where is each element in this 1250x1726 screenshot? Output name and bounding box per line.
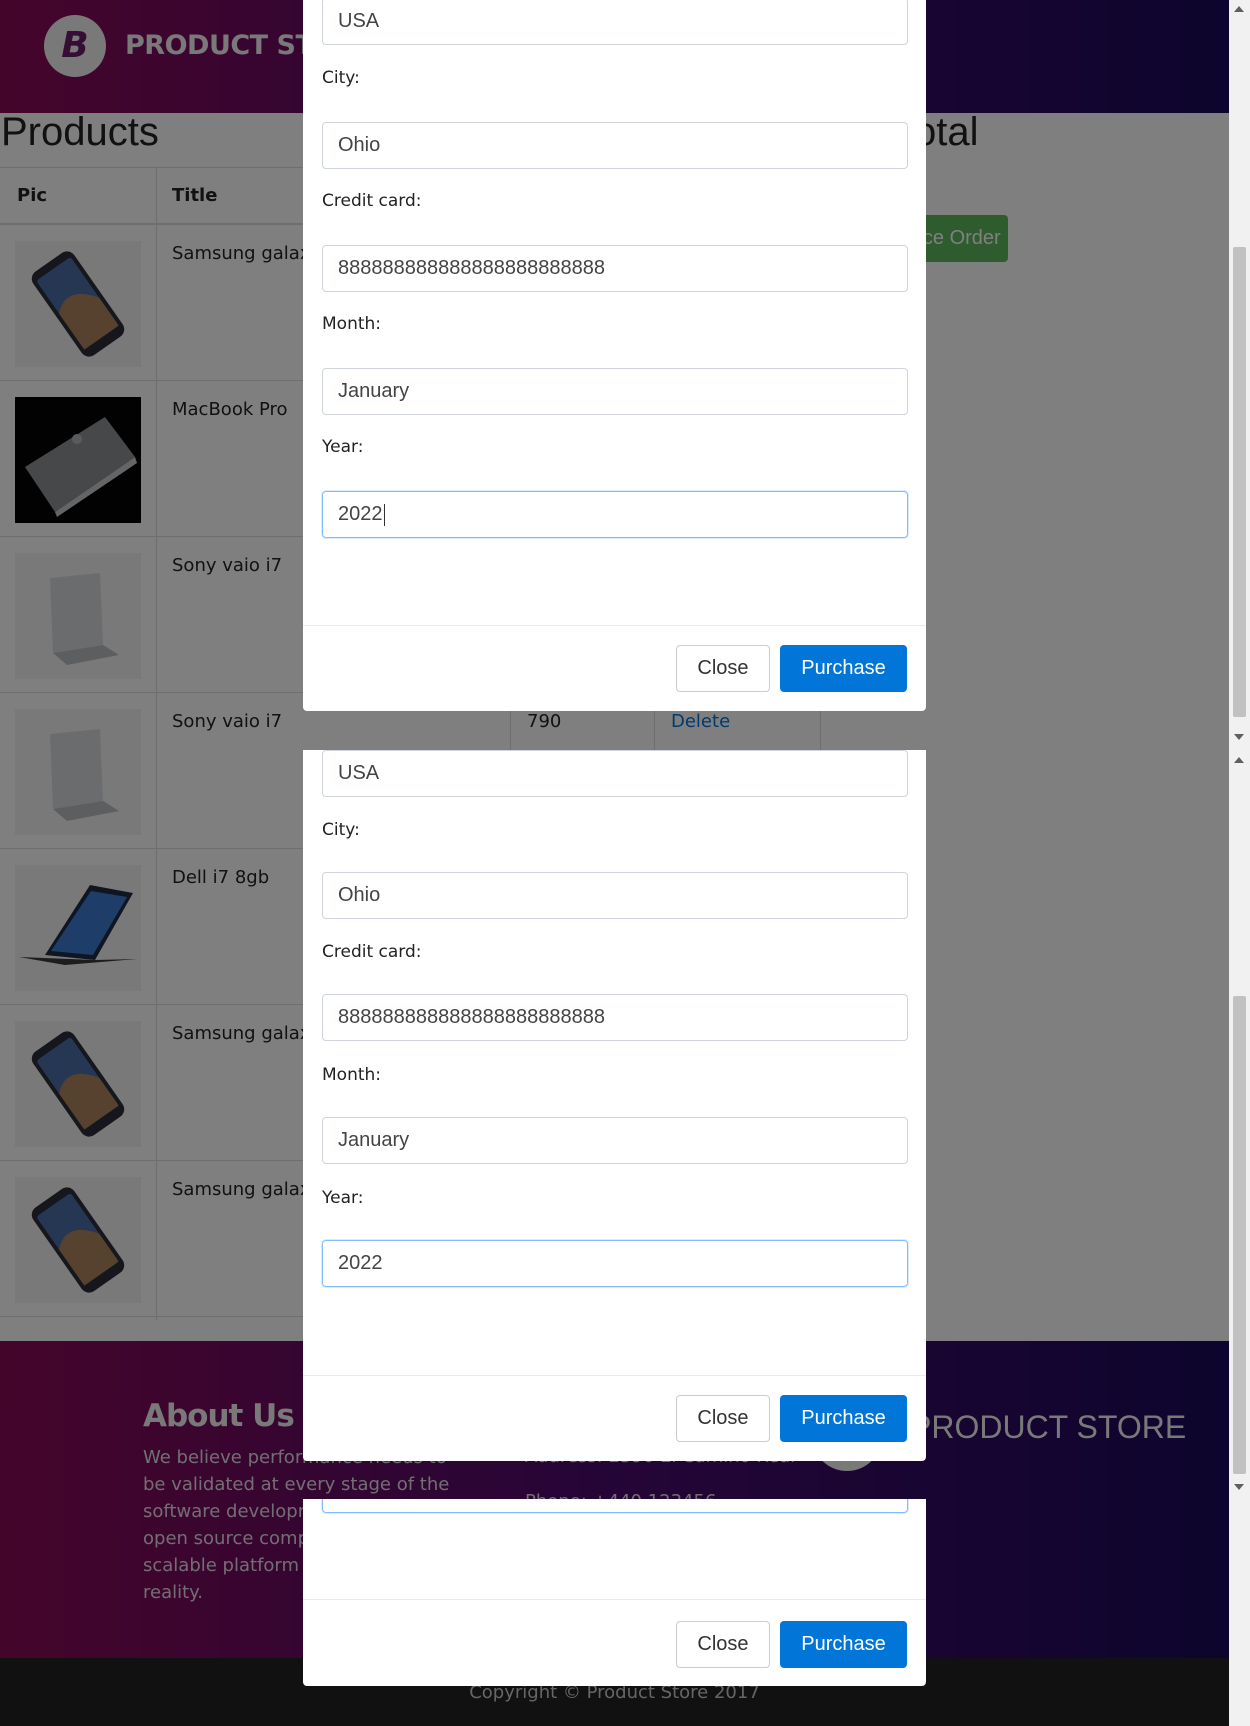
scroll-down-arrow-icon[interactable] (1234, 1484, 1244, 1490)
credit-card-input[interactable]: 888888888888888888888888 (322, 245, 908, 292)
month-label: Month: (322, 1065, 382, 1085)
credit-card-label: Credit card: (322, 191, 422, 211)
month-label: Month: (322, 314, 382, 334)
month-input[interactable]: January (322, 1117, 908, 1164)
city-input[interactable]: Ohio (322, 872, 908, 919)
modal-footer-divider (303, 1599, 926, 1600)
month-input[interactable]: January (322, 368, 908, 415)
purchase-button[interactable]: Purchase (780, 645, 907, 692)
year-input[interactable]: 2022 (322, 491, 908, 538)
purchase-button[interactable]: Purchase (780, 1621, 907, 1668)
vertical-scrollbar[interactable] (1229, 0, 1250, 1726)
text-cursor (383, 503, 385, 526)
year-input-value: 2022 (338, 503, 383, 525)
close-button[interactable]: Close (676, 645, 770, 692)
year-input[interactable]: 2022 (322, 1240, 908, 1287)
close-button[interactable]: Close (676, 1395, 770, 1442)
city-label: City: (322, 68, 360, 88)
place-order-modal: USA City: Ohio Credit card: 888888888888… (303, 0, 926, 711)
scrollbar-thumb[interactable] (1233, 247, 1246, 717)
credit-card-input[interactable]: 888888888888888888888888 (322, 994, 908, 1041)
credit-card-label: Credit card: (322, 942, 422, 962)
year-label: Year: (322, 437, 364, 457)
scrollbar-thumb[interactable] (1233, 996, 1246, 1474)
purchase-button[interactable]: Purchase (780, 1395, 907, 1442)
scroll-up-arrow-icon[interactable] (1234, 757, 1244, 763)
place-order-modal: Close Purchase (303, 1499, 926, 1686)
city-label: City: (322, 820, 360, 840)
close-button[interactable]: Close (676, 1621, 770, 1668)
scroll-down-arrow-icon[interactable] (1234, 734, 1244, 740)
scroll-up-arrow-icon[interactable] (1234, 6, 1244, 12)
modal-footer-divider (303, 625, 926, 626)
country-input[interactable]: USA (322, 750, 908, 797)
year-input[interactable] (322, 1499, 908, 1513)
year-label: Year: (322, 1188, 364, 1208)
country-input[interactable]: USA (322, 0, 908, 45)
place-order-modal: USA City: Ohio Credit card: 888888888888… (303, 750, 926, 1461)
modal-footer-divider (303, 1375, 926, 1376)
city-input[interactable]: Ohio (322, 122, 908, 169)
